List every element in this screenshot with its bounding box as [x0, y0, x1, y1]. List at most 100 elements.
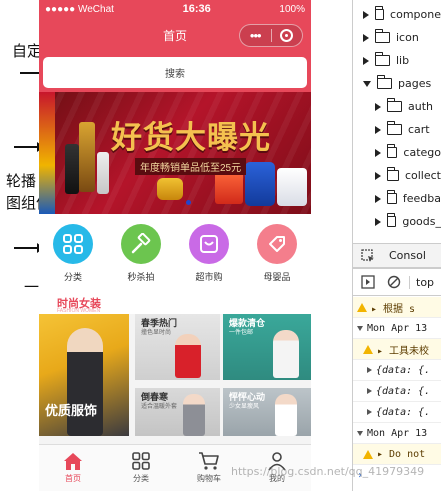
floor-tile-0[interactable]: 优质服饰 — [39, 314, 129, 436]
home-icon — [64, 453, 82, 470]
file-tree: compone icon lib pages auth cart catego … — [353, 0, 441, 233]
floor-tile-4[interactable]: 怦怦心动 少女显瘦风 — [223, 388, 311, 436]
warning-icon — [363, 344, 373, 354]
tree-item-label: icon — [396, 31, 419, 44]
tree-item-label: catego — [403, 146, 441, 159]
battery-indicator: 100% — [279, 3, 305, 15]
folder-icon — [386, 121, 402, 135]
console-warning[interactable]: ▸ Do not — [353, 444, 441, 465]
chevron-right-icon — [375, 194, 381, 203]
close-mini-program-button[interactable] — [271, 29, 302, 42]
category-item-0[interactable]: 分类 — [43, 224, 103, 289]
tree-item-label: cart — [408, 123, 430, 136]
tab-label: 购物车 — [197, 474, 221, 483]
banner-title: 好货大曝光 — [111, 120, 271, 156]
console-warning[interactable]: ▸ 根据 s — [353, 297, 441, 318]
folder-icon — [386, 190, 397, 204]
chevron-right-icon — [363, 33, 369, 42]
search-component: 搜索 — [39, 52, 311, 92]
chevron-right-icon — [363, 56, 369, 65]
nav-bar: 首页 ••• — [39, 18, 311, 52]
chevron-right-icon — [367, 367, 372, 373]
tree-item[interactable]: goods_ — [353, 210, 441, 233]
tree-item-label: collect — [404, 169, 441, 182]
product-image — [245, 162, 275, 206]
category-item-3[interactable]: 母婴品 — [247, 224, 307, 289]
category-icon-2 — [189, 224, 229, 264]
tab-category[interactable]: 分类 — [107, 445, 175, 491]
tree-item[interactable]: auth — [353, 95, 441, 118]
floor-tile-title: 优质服饰 — [45, 403, 98, 418]
category-item-2[interactable]: 超市购 — [179, 224, 239, 289]
banner-subtitle: 年度畅销单品低至25元 — [135, 158, 247, 175]
cart-icon — [199, 452, 219, 470]
console-group[interactable]: Mon Apr 13 — [353, 423, 441, 444]
clear-console-icon[interactable] — [387, 275, 401, 289]
console-text: {data: {. — [376, 364, 431, 376]
floor-header: 时尚女装 FASHION WOMEN — [39, 289, 311, 314]
console-warning[interactable]: ▸ 工具未校 — [353, 339, 441, 360]
chevron-down-icon — [357, 430, 363, 436]
sidebar-toggle-icon[interactable] — [361, 275, 375, 289]
floor-tile-1[interactable]: 春季热门 撞色显时尚 — [135, 314, 220, 380]
folder-open-icon — [376, 75, 392, 89]
console-text: ▸ 根据 s — [371, 303, 416, 315]
chevron-right-icon — [375, 148, 381, 157]
search-input[interactable]: 搜索 — [43, 57, 307, 88]
console-text: Mon Apr 13 — [367, 427, 428, 439]
folder-icon — [374, 6, 385, 20]
tree-item[interactable]: cart — [353, 118, 441, 141]
console-output: ▸ 根据 s Mon Apr 13 ▸ 工具未校 {data: {. {data… — [353, 297, 441, 486]
category-item-1[interactable]: 秒杀拍 — [111, 224, 171, 289]
floor-tile-2[interactable]: 爆款清仓 一件包邮 — [223, 314, 311, 380]
tab-label: 分类 — [133, 474, 149, 483]
chevron-right-icon — [367, 409, 372, 415]
product-image — [277, 168, 307, 206]
signal-indicator: ●●●●● WeChat — [45, 3, 114, 15]
category-label-3: 母婴品 — [263, 272, 291, 282]
product-image — [215, 170, 243, 204]
product-image — [65, 144, 79, 194]
grid-icon — [63, 234, 83, 254]
category-icon-0 — [53, 224, 93, 264]
tab-console[interactable]: Consol — [389, 249, 426, 262]
chevron-down-icon — [363, 80, 371, 87]
inspect-icon[interactable] — [361, 248, 375, 263]
context-selector[interactable]: top — [409, 275, 434, 289]
folder-icon — [386, 144, 398, 158]
tree-item-label: compone — [390, 8, 441, 21]
tab-home[interactable]: 首页 — [39, 445, 107, 491]
chevron-right-icon — [367, 388, 372, 394]
menu-capsule: ••• — [239, 24, 303, 47]
console-text: ▸ Do not — [377, 448, 426, 460]
tree-item[interactable]: pages — [353, 72, 441, 95]
console-group[interactable]: Mon Apr 13 — [353, 318, 441, 339]
tree-item[interactable]: collect — [353, 164, 441, 187]
tree-item[interactable]: feedba — [353, 187, 441, 210]
warning-icon — [357, 302, 367, 312]
tree-item[interactable]: catego — [353, 141, 441, 164]
chevron-right-icon — [363, 10, 369, 19]
chevron-down-icon — [357, 325, 363, 331]
tree-item[interactable]: compone — [353, 3, 441, 26]
watermark: https://blog.csdn.net/qq_41979349 — [231, 465, 425, 478]
console-object[interactable]: {data: {. — [353, 360, 441, 381]
chevron-right-icon — [375, 171, 381, 180]
more-button[interactable]: ••• — [240, 25, 271, 46]
floor-tile-3[interactable]: 倒春寒 适合温暖外套 — [135, 388, 220, 436]
model-image — [67, 328, 103, 436]
tree-item[interactable]: lib — [353, 49, 441, 72]
console-object[interactable]: {data: {. — [353, 402, 441, 423]
floor-images: 优质服饰 春季热门 撞色显时尚 爆款清仓 一件包邮 倒春寒 适合温暖外套 怦怦心… — [39, 314, 311, 436]
floor-tile-subtitle: 撞色显时尚 — [141, 330, 172, 336]
tab-label: 首页 — [65, 474, 81, 483]
tree-item[interactable]: icon — [353, 26, 441, 49]
floor-tile-subtitle: 一件包邮 — [229, 330, 254, 336]
folder-icon — [374, 29, 390, 43]
carousel[interactable]: 好货大曝光 年度畅销单品低至25元 — [39, 92, 311, 214]
product-image — [157, 178, 183, 200]
console-object[interactable]: {data: {. — [353, 381, 441, 402]
category-icon-1 — [121, 224, 161, 264]
tree-item-label: pages — [398, 77, 432, 90]
tree-item-label: goods_ — [402, 215, 441, 228]
